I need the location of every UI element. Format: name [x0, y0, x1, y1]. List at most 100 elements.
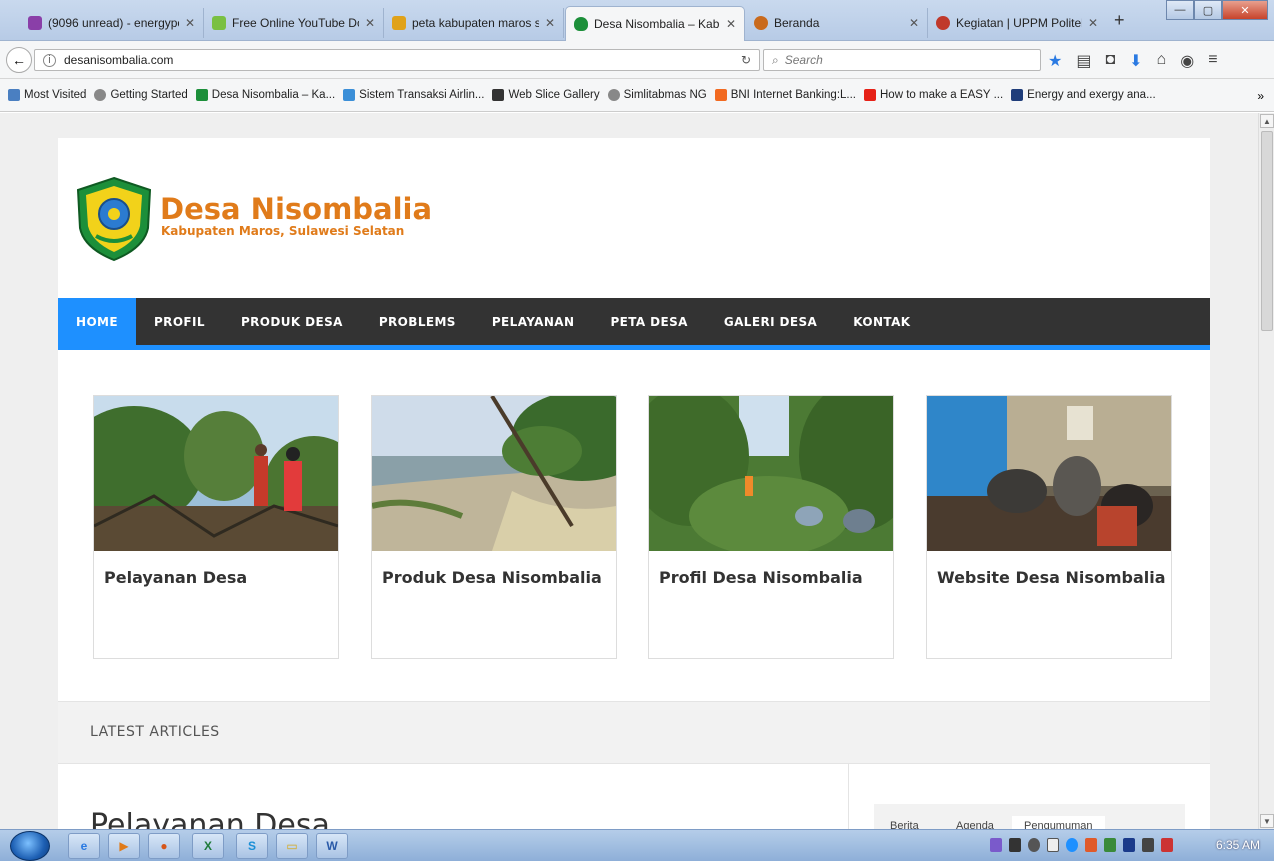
volume-icon[interactable] — [1028, 838, 1040, 852]
minimize-button[interactable]: — — [1166, 0, 1194, 20]
reading-list-icon[interactable]: ▤ — [1076, 51, 1091, 71]
bluetooth-icon[interactable] — [1123, 838, 1135, 852]
latest-articles-header: LATEST ARTICLES — [58, 701, 1210, 764]
latest-articles-title: LATEST ARTICLES — [90, 724, 220, 740]
tab-peta-kabupaten[interactable]: peta kabupaten maros sul ✕ — [384, 8, 564, 38]
battery-icon[interactable] — [1047, 838, 1059, 852]
pocket-icon[interactable]: ◘ — [1105, 51, 1115, 71]
tab-gmail[interactable]: (9096 unread) - energypol ✕ — [20, 8, 204, 38]
tray-app-icon[interactable] — [1009, 838, 1021, 852]
card-profil-desa[interactable]: Profil Desa Nisombalia — [648, 395, 894, 659]
bookmark-bni[interactable]: BNI Internet Banking:L... — [714, 89, 856, 101]
media-player-icon[interactable]: ▶ — [108, 833, 140, 859]
tab-kegiatan-uppm[interactable]: Kegiatan | UPPM Politekni ✕ — [928, 8, 1106, 38]
tab-bar: (9096 unread) - energypol ✕ Free Online … — [0, 0, 1274, 41]
maximize-button[interactable]: ▢ — [1194, 0, 1222, 20]
word-icon[interactable]: W — [316, 833, 348, 859]
menu-item-peta-desa[interactable]: PETA DESA — [592, 298, 705, 345]
home-icon[interactable]: ⌂ — [1157, 51, 1167, 71]
tab-desa-nisombalia[interactable]: Desa Nisombalia – Kabupa ✕ — [565, 6, 745, 41]
firefox-icon[interactable]: ● — [148, 833, 180, 859]
card-image[interactable] — [372, 396, 616, 551]
scroll-down-icon[interactable]: ▼ — [1260, 814, 1274, 828]
card-caption[interactable]: Website Desa Nisombalia — [937, 568, 1166, 587]
bookmark-sistem-transaksi[interactable]: Sistem Transaksi Airlin... — [343, 89, 484, 101]
bookmark-simlitabmas[interactable]: Simlitabmas NG — [607, 89, 707, 101]
downloads-icon[interactable]: ⬇ — [1129, 51, 1142, 71]
document-icon — [1011, 89, 1024, 101]
menu-item-problems[interactable]: PROBLEMS — [361, 298, 474, 345]
more-bookmarks-icon[interactable]: » — [1257, 89, 1264, 103]
signal-icon[interactable] — [1142, 838, 1154, 852]
widget-tab-agenda[interactable]: Agenda — [944, 816, 1006, 829]
window-controls: — ▢ ✕ — [1166, 0, 1268, 20]
card-image[interactable] — [94, 396, 338, 551]
vertical-scrollbar[interactable]: ▲ ▼ — [1258, 113, 1274, 829]
card-produk-desa[interactable]: Produk Desa Nisombalia — [371, 395, 617, 659]
close-tab-icon[interactable]: ✕ — [185, 16, 195, 30]
menu-item-pelayanan[interactable]: PELAYANAN — [474, 298, 593, 345]
card-website-desa[interactable]: Website Desa Nisombalia — [926, 395, 1172, 659]
close-tab-icon[interactable]: ✕ — [726, 17, 736, 31]
scroll-up-icon[interactable]: ▲ — [1260, 114, 1274, 128]
card-pelayanan-desa[interactable]: Pelayanan Desa — [93, 395, 339, 659]
close-tab-icon[interactable]: ✕ — [545, 16, 555, 30]
card-caption[interactable]: Pelayanan Desa — [104, 568, 247, 587]
widget-tab-pengumuman[interactable]: Pengumuman — [1012, 816, 1105, 829]
info-icon[interactable]: i — [43, 53, 56, 67]
menu-item-produk-desa[interactable]: PRODUK DESA — [223, 298, 361, 345]
close-tab-icon[interactable]: ✕ — [365, 16, 375, 30]
excel-icon[interactable]: X — [192, 833, 224, 859]
site-title[interactable]: Desa Nisombalia — [160, 192, 432, 226]
tab-youtube-downloader[interactable]: Free Online YouTube Dow ✕ — [204, 8, 384, 38]
close-tab-icon[interactable]: ✕ — [909, 16, 919, 30]
bookmark-energy-exergy[interactable]: Energy and exergy ana... — [1011, 89, 1156, 101]
bookmark-most-visited[interactable]: Most Visited — [8, 89, 86, 101]
close-tab-icon[interactable]: ✕ — [1088, 16, 1098, 30]
bookmark-getting-started[interactable]: Getting Started — [94, 89, 188, 101]
bookmark-label: BNI Internet Banking:L... — [730, 89, 856, 101]
card-image[interactable] — [649, 396, 893, 551]
tray-app-icon[interactable] — [1104, 838, 1116, 852]
bookmark-label: Web Slice Gallery — [508, 89, 600, 101]
menu-item-kontak[interactable]: KONTAK — [835, 298, 928, 345]
scroll-thumb[interactable] — [1261, 131, 1273, 331]
menu-item-home[interactable]: HOME — [58, 298, 136, 345]
new-tab-button[interactable]: + — [1114, 10, 1125, 31]
search-icon: ⌕ — [772, 52, 779, 67]
taskbar-clock[interactable]: 6:35 AM — [1216, 838, 1260, 852]
start-button[interactable] — [10, 831, 50, 861]
bookmark-label: Most Visited — [24, 89, 87, 101]
search-input[interactable]: ⌕ Search — [763, 49, 1041, 71]
tray-app-icon[interactable] — [1066, 838, 1078, 852]
card-caption[interactable]: Profil Desa Nisombalia — [659, 568, 863, 587]
reload-icon[interactable]: ↻ — [741, 53, 751, 67]
addon-icon[interactable]: ◉ — [1180, 51, 1194, 71]
bookmark-star-icon[interactable]: ★ — [1048, 51, 1062, 71]
featured-cards: Pelayanan Desa Produk Desa Nisombalia Pr… — [93, 395, 1172, 659]
menu-item-profil[interactable]: PROFIL — [136, 298, 223, 345]
toolbar-icons: ★ ▤ ◘ ⬇ ⌂ ◉ ≡ — [1048, 51, 1218, 71]
site-subtitle: Kabupaten Maros, Sulawesi Selatan — [161, 224, 405, 238]
tray-app-icon[interactable] — [1085, 838, 1097, 852]
url-bar[interactable]: i desanisombalia.com ↻ — [34, 49, 760, 71]
bookmark-web-slice-gallery[interactable]: Web Slice Gallery — [492, 89, 600, 101]
search-placeholder: Search — [784, 53, 823, 67]
tab-beranda[interactable]: Beranda ✕ — [746, 8, 928, 38]
ie-icon[interactable]: e — [68, 833, 100, 859]
bookmark-desa-nisombalia[interactable]: Desa Nisombalia – Ka... — [195, 89, 335, 101]
close-window-button[interactable]: ✕ — [1222, 0, 1268, 20]
back-button[interactable]: ← — [6, 47, 32, 73]
widget-tab-berita[interactable]: Berita — [878, 816, 931, 829]
bookmark-youtube[interactable]: How to make a EASY ... — [864, 89, 1003, 101]
folder-icon[interactable]: ▭ — [276, 833, 308, 859]
card-image[interactable] — [927, 396, 1171, 551]
card-caption[interactable]: Produk Desa Nisombalia — [382, 568, 602, 587]
tray-app-icon[interactable] — [990, 838, 1002, 852]
article-title[interactable]: Pelayanan Desa — [90, 808, 330, 829]
menu-item-galeri-desa[interactable]: GALERI DESA — [706, 298, 835, 345]
skype-icon[interactable]: S — [236, 833, 268, 859]
menu-icon[interactable]: ≡ — [1208, 51, 1217, 71]
content-divider — [848, 764, 849, 829]
network-icon[interactable] — [1161, 838, 1173, 852]
